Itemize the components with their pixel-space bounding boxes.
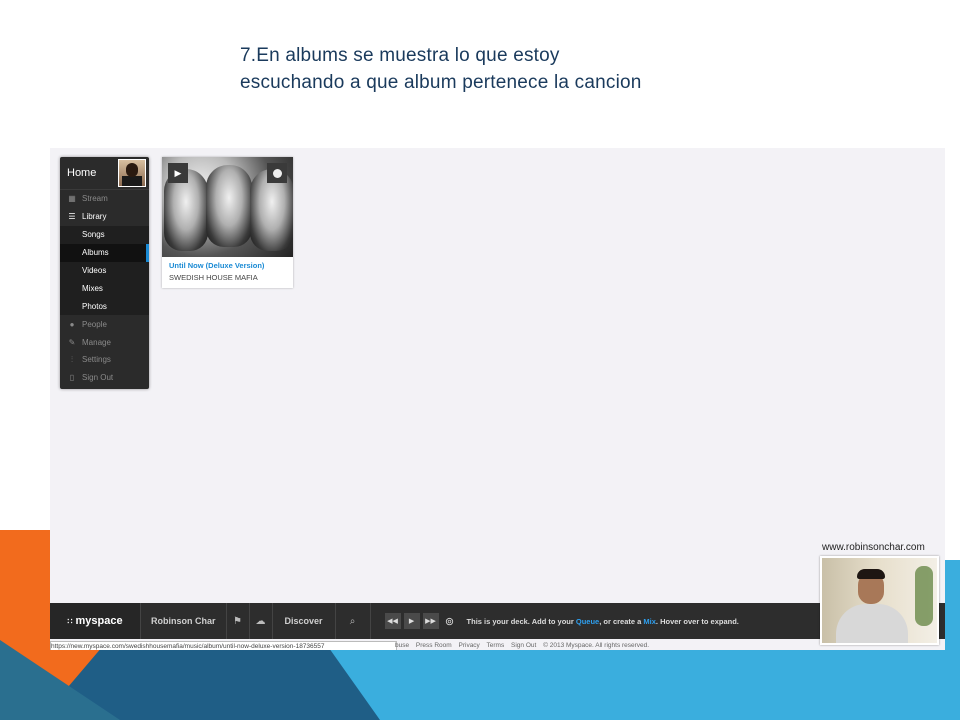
- sidebar-sub-mixes[interactable]: Mixes: [60, 279, 149, 298]
- footer-links: buse Press Room Privacy Terms Sign Out ©…: [395, 641, 654, 650]
- sidebar-home[interactable]: Home: [60, 157, 149, 190]
- play-icon[interactable]: ▶: [168, 163, 188, 183]
- sidebar: Home ▦ Stream ☰ Library Songs Albums Vid…: [60, 157, 149, 389]
- mix-link[interactable]: Mix: [643, 617, 656, 626]
- chat-icon[interactable]: ☁: [250, 616, 272, 627]
- album-cover[interactable]: ▶: [162, 157, 293, 257]
- queue-link[interactable]: Queue: [576, 617, 599, 626]
- sliders-icon: ⫶: [71, 354, 73, 364]
- slide-title: 7.En albums se muestra lo que estoy escu…: [240, 45, 642, 93]
- sidebar-sub-videos[interactable]: Videos: [60, 261, 149, 280]
- sidebar-item-label: People: [82, 319, 107, 329]
- sidebar-item-label: Library: [82, 212, 107, 222]
- footer-link[interactable]: Sign Out: [511, 642, 536, 649]
- sidebar-sub-songs[interactable]: Songs: [60, 225, 149, 244]
- divider: [369, 603, 371, 639]
- discover-button[interactable]: Discover: [273, 616, 335, 626]
- flag-icon[interactable]: ⚑: [227, 616, 249, 627]
- sidebar-sub-photos[interactable]: Photos: [60, 297, 149, 316]
- connect-icon[interactable]: ⊚: [442, 613, 458, 629]
- footer-link[interactable]: Privacy: [459, 642, 480, 649]
- home-label: Home: [67, 167, 97, 179]
- album-face: [206, 165, 252, 247]
- myspace-screenshot: Home ▦ Stream ☰ Library Songs Albums Vid…: [50, 148, 945, 650]
- sidebar-item-signout[interactable]: ▯ Sign Out: [60, 369, 149, 387]
- rewind-icon[interactable]: ◀◀: [384, 613, 401, 629]
- sidebar-sub-albums[interactable]: Albums: [60, 243, 149, 262]
- webcam-person-body: [836, 604, 908, 643]
- sidebar-item-label: Manage: [82, 337, 111, 347]
- webcam-person-hair: [857, 569, 885, 579]
- search-icon[interactable]: ⌕: [336, 616, 370, 627]
- avatar[interactable]: [118, 159, 146, 187]
- copyright: © 2013 Myspace. All rights reserved.: [543, 642, 650, 649]
- sidebar-item-manage[interactable]: ✎ Manage: [60, 333, 149, 351]
- stream-icon: ▦: [68, 194, 76, 204]
- logo-dots-icon: ∷: [67, 616, 73, 626]
- sidebar-item-library[interactable]: ☰ Library: [60, 208, 149, 226]
- sidebar-item-label: Stream: [82, 194, 108, 204]
- people-icon: ●: [69, 319, 75, 329]
- sidebar-item-label: Settings: [82, 355, 111, 365]
- sidebar-item-label: Sign Out: [82, 373, 114, 383]
- deck-user-name[interactable]: Robinson Char: [141, 616, 226, 626]
- site-url: www.robinsonchar.com: [822, 542, 925, 553]
- status-bar-url: https://new.myspace.com/swedishhousemafi…: [50, 641, 397, 650]
- myspace-deck: ∷ myspace Robinson Char ⚑ ☁ Discover ⌕ ◀…: [50, 603, 945, 639]
- record-icon[interactable]: [267, 163, 287, 183]
- webcam-plant: [915, 566, 933, 626]
- sidebar-item-people[interactable]: ● People: [60, 315, 149, 333]
- logo-text: myspace: [75, 615, 123, 627]
- sidebar-item-settings[interactable]: ⫶ Settings: [60, 351, 149, 369]
- deck-message: This is your deck. Add to your Queue, or…: [466, 616, 739, 626]
- footer-link[interactable]: Press Room: [416, 642, 452, 649]
- sidebar-item-stream[interactable]: ▦ Stream: [60, 190, 149, 208]
- webcam-video: [820, 556, 939, 645]
- myspace-logo[interactable]: ∷ myspace: [50, 603, 141, 639]
- album-artist[interactable]: SWEDISH HOUSE MAFIA: [169, 273, 258, 282]
- footer-link[interactable]: buse: [395, 642, 409, 649]
- album-title[interactable]: Until Now (Deluxe Version): [169, 261, 264, 270]
- wrench-icon: ✎: [68, 337, 76, 347]
- forward-icon[interactable]: ▶▶: [422, 613, 439, 629]
- play-icon[interactable]: ▶: [403, 613, 420, 629]
- library-icon: ☰: [68, 212, 76, 222]
- footer-link[interactable]: Terms: [487, 642, 505, 649]
- album-card[interactable]: ▶ Until Now (Deluxe Version) SWEDISH HOU…: [162, 157, 293, 288]
- signout-icon: ▯: [69, 373, 75, 383]
